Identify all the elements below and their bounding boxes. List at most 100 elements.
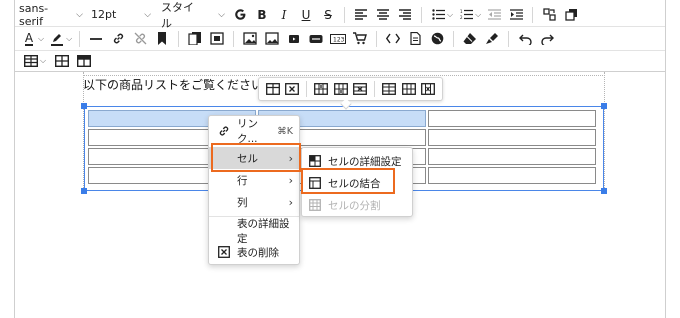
map-button[interactable] [427,29,447,49]
chevron-down-icon[interactable]: ⌵ [475,10,481,20]
menu-item-label: 表の削除 [237,246,279,259]
cell-properties-icon [308,155,322,167]
bookmark-icon [158,32,167,45]
table-style-button[interactable] [74,51,94,71]
table-cell[interactable] [428,129,596,146]
highlight-color-button[interactable] [47,29,67,49]
horizontal-rule-button[interactable] [86,29,106,49]
align-right-button[interactable] [395,5,415,25]
toolbar-row-2: A ⌵ ⌵ 123 [15,27,665,51]
chevron-right-icon: › [288,195,293,209]
resize-handle-bottom-right[interactable] [601,188,607,194]
counter-button[interactable]: 123 [328,29,348,49]
resize-handle-top-right[interactable] [601,103,607,109]
resize-handle-bottom-left[interactable] [81,188,87,194]
unlink-button[interactable] [130,29,150,49]
align-center-icon [377,9,389,20]
insert-column-right-button[interactable] [400,80,418,98]
style-select[interactable]: スタイル ⌵ [157,1,229,30]
editor-content[interactable]: 以下の商品リストをご覧ください リンク... ⌘K セル › 行 › 列 › 表… [15,72,665,318]
clear-format-button[interactable] [460,29,480,49]
image-icon [243,32,257,45]
insert-row-below-button[interactable] [332,80,350,98]
chevron-down-icon[interactable]: ⌵ [66,34,72,44]
video-icon [289,34,300,43]
button-insert-button[interactable] [306,29,326,49]
menu-item-row[interactable]: 行 › [209,169,299,191]
italic-button[interactable]: I [274,5,294,25]
insert-table-button[interactable] [21,51,41,71]
row-above-icon [314,83,328,95]
delete-table-button[interactable] [284,80,302,98]
chevron-down-icon[interactable]: ⌵ [447,10,453,20]
insert-column-left-button[interactable] [380,80,398,98]
undo-button[interactable] [515,29,535,49]
toolbar-row-1: sans-serif ⌵ 12pt ⌵ スタイル ⌵ B I U S ⌵ 1 2… [15,1,665,30]
toolbar-divider [233,30,235,47]
bullet-list-button[interactable] [428,5,448,25]
align-center-button[interactable] [373,5,393,25]
embed-button[interactable] [405,29,425,49]
unlink-icon [134,32,147,45]
bold-button[interactable]: B [252,5,272,25]
resize-handle-top-left[interactable] [81,103,87,109]
format-painter-button[interactable] [482,29,502,49]
chevron-down-icon[interactable]: ⌵ [38,34,44,44]
table-properties-button[interactable] [52,51,72,71]
font-family-select[interactable]: sans-serif ⌵ [15,2,87,28]
indent-button[interactable] [506,5,526,25]
table-cell[interactable] [428,110,596,127]
code-button[interactable] [383,29,403,49]
table-cell[interactable] [428,148,596,165]
numbered-list-button[interactable]: 12 [456,5,476,25]
table-row [88,110,596,127]
submenu-item-split-cell[interactable]: セルの分割 [302,194,412,216]
delete-column-button[interactable] [419,80,437,98]
code-icon [386,33,401,44]
paint-brush-icon [486,33,499,44]
image-gallery-button[interactable] [262,29,282,49]
toolbar-divider [178,30,180,47]
strikethrough-button[interactable]: S [318,5,338,25]
toolbar: sans-serif ⌵ 12pt ⌵ スタイル ⌵ B I U S ⌵ 1 2… [15,0,665,72]
bookmark-button[interactable] [152,29,172,49]
column-delete-icon [421,83,436,95]
chevron-down-icon: ⌵ [76,9,83,20]
google-fonts-button[interactable] [230,5,250,25]
template-button[interactable] [185,29,205,49]
table-header-toggle-button[interactable] [264,80,282,98]
image-button[interactable] [240,29,260,49]
chevron-down-icon: ⌵ [218,9,225,20]
chevron-down-icon[interactable]: ⌵ [40,56,46,66]
redo-button[interactable] [537,29,557,49]
shopping-cart-button[interactable] [350,29,370,49]
fit-frame-button[interactable] [207,29,227,49]
table-cell[interactable] [428,167,596,184]
table-icon [24,55,38,67]
menu-item-link[interactable]: リンク... ⌘K [209,118,299,145]
outdent-button[interactable] [484,5,504,25]
column-left-icon [381,83,396,95]
font-size-select[interactable]: 12pt ⌵ [87,4,157,26]
insert-row-above-button[interactable] [312,80,330,98]
special-format-button[interactable] [539,5,559,25]
video-button[interactable] [284,29,304,49]
file-icon [410,32,421,45]
delete-row-button[interactable] [352,80,370,98]
svg-text:123: 123 [333,36,345,43]
menu-item-column[interactable]: 列 › [209,191,299,213]
style-value: スタイル [161,0,194,30]
link-button[interactable] [108,29,128,49]
paragraph-text[interactable]: 以下の商品リストをご覧ください [83,76,263,93]
copy-format-button[interactable] [561,5,581,25]
underline-button[interactable]: U [296,5,316,25]
table-header-icon [77,55,92,67]
menu-item-delete-table[interactable]: 表の削除 [209,241,299,263]
table-delete-icon [285,83,300,95]
align-left-icon [355,9,367,20]
highlight-box-cell [211,143,301,172]
text-color-button[interactable]: A [19,29,39,49]
align-left-button[interactable] [351,5,371,25]
menu-item-table-properties[interactable]: 表の詳細設定 [209,218,299,245]
g-logo-icon [234,9,245,20]
